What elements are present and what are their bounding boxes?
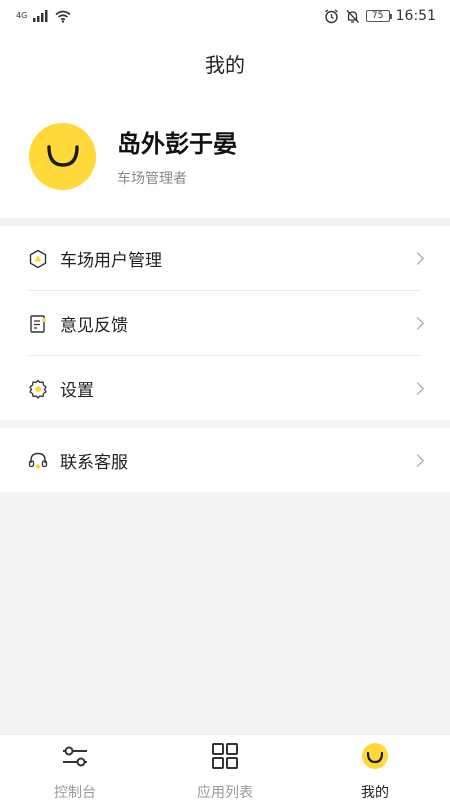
menu-item-settings[interactable]: 设置 bbox=[0, 356, 450, 421]
grid-icon bbox=[210, 741, 240, 771]
menu-item-customer-service[interactable]: 联系客服 bbox=[0, 428, 450, 493]
tab-app-list[interactable]: 应用列表 bbox=[150, 735, 300, 800]
chevron-right-icon bbox=[411, 453, 424, 467]
profile-info: 岛外彭于晏 车场管理者 bbox=[117, 124, 237, 188]
smile-icon bbox=[360, 741, 390, 771]
network-type: 4G bbox=[16, 11, 28, 20]
avatar[interactable] bbox=[29, 122, 96, 190]
menu-group-support: 联系客服 bbox=[0, 428, 450, 492]
page-title: 我的 bbox=[205, 52, 245, 77]
tab-label-app-list: 应用列表 bbox=[197, 785, 253, 800]
menu-label-parking-users: 车场用户管理 bbox=[60, 251, 162, 271]
bottom-tab-bar: 控制台 应用列表 我的 bbox=[0, 734, 450, 800]
sliders-icon bbox=[60, 741, 90, 771]
menu-group-main: 车场用户管理 意见反馈 设置 bbox=[0, 226, 450, 420]
parking-user-icon bbox=[28, 249, 48, 269]
alarm-icon bbox=[324, 8, 338, 23]
menu-item-feedback[interactable]: 意见反馈 bbox=[0, 291, 450, 356]
tab-label-mine: 我的 bbox=[361, 785, 389, 800]
menu-label-settings: 设置 bbox=[60, 381, 94, 401]
tab-console[interactable]: 控制台 bbox=[0, 735, 150, 800]
menu-label-customer-service: 联系客服 bbox=[60, 453, 128, 473]
status-right: 75 16:51 bbox=[324, 8, 436, 24]
mute-bell-icon bbox=[346, 9, 359, 23]
page-header: 我的 bbox=[0, 32, 450, 94]
chevron-right-icon bbox=[411, 251, 424, 265]
signal-icon bbox=[33, 10, 48, 22]
status-left: 4G bbox=[16, 10, 71, 23]
battery-icon: 75 bbox=[365, 10, 392, 22]
profile-role: 车场管理者 bbox=[117, 171, 187, 187]
wifi-icon bbox=[55, 10, 71, 23]
tab-label-console: 控制台 bbox=[54, 785, 96, 800]
menu-item-parking-users[interactable]: 车场用户管理 bbox=[0, 226, 450, 291]
chevron-right-icon bbox=[411, 316, 424, 330]
tab-mine[interactable]: 我的 bbox=[300, 735, 450, 800]
headset-icon bbox=[28, 451, 48, 471]
clock: 16:51 bbox=[395, 8, 436, 24]
settings-icon bbox=[28, 379, 48, 399]
smile-icon bbox=[46, 145, 79, 167]
feedback-icon bbox=[28, 314, 48, 334]
chevron-right-icon bbox=[411, 381, 424, 395]
menu-label-feedback: 意见反馈 bbox=[60, 316, 128, 336]
profile-card[interactable]: 岛外彭于晏 车场管理者 bbox=[0, 94, 450, 218]
profile-name: 岛外彭于晏 bbox=[117, 130, 237, 158]
status-bar: 4G 75 16:51 bbox=[0, 0, 450, 32]
